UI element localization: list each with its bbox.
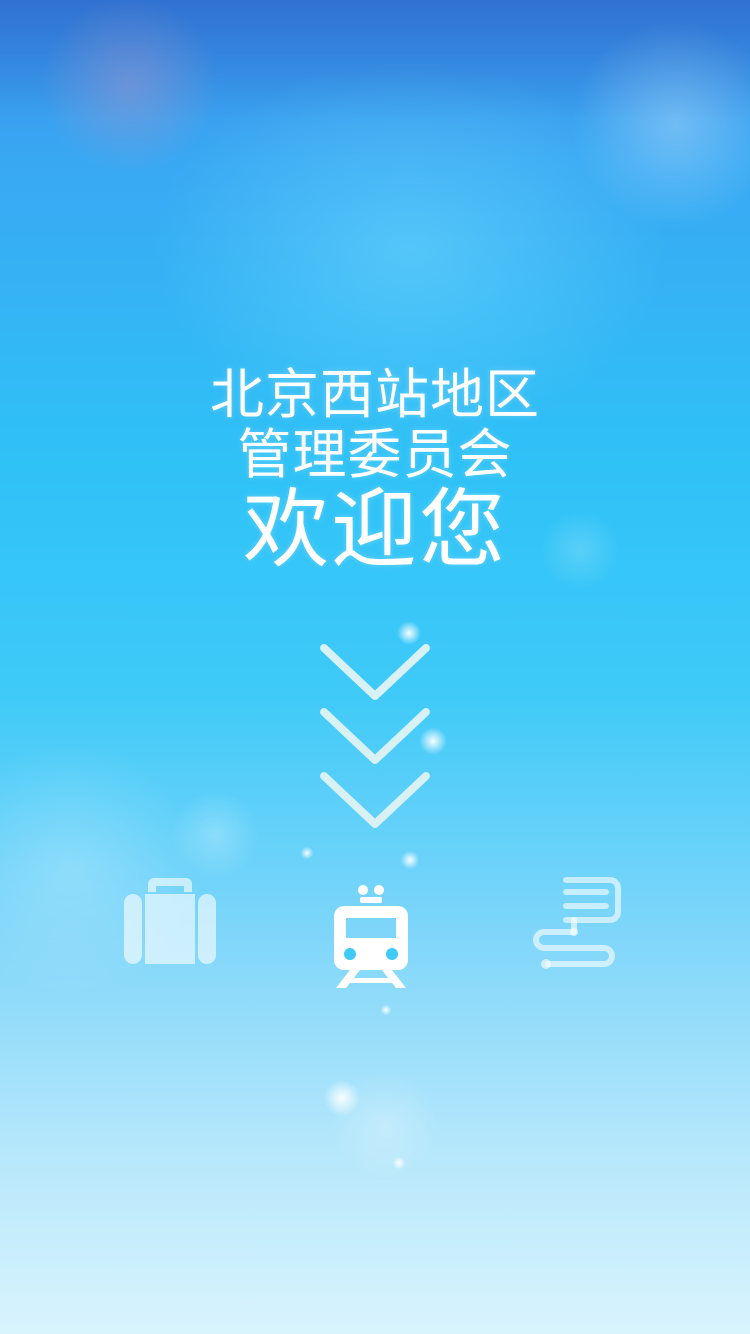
bokeh-light xyxy=(35,0,225,170)
welcome-title-line1: 北京西站地区 xyxy=(210,363,540,426)
bokeh-light xyxy=(170,790,260,880)
welcome-greeting: 欢迎您 xyxy=(243,480,507,580)
chevron-down-icon xyxy=(320,772,430,828)
luggage-icon[interactable] xyxy=(120,874,220,970)
sparkle xyxy=(300,846,314,860)
bokeh-light xyxy=(570,20,750,230)
sparkle xyxy=(392,1156,406,1170)
welcome-screen: 北京西站地区 管理委员会 欢迎您 xyxy=(0,0,750,1334)
route-info-icon[interactable] xyxy=(530,874,622,974)
train-icon[interactable] xyxy=(330,884,412,990)
chevron-down-icon xyxy=(320,708,430,764)
sparkle xyxy=(322,1078,362,1118)
chevron-down-icon xyxy=(320,644,430,700)
bokeh-light xyxy=(330,1070,440,1180)
scroll-down-hint[interactable] xyxy=(318,640,432,832)
sparkle xyxy=(380,1004,392,1016)
welcome-title-line2: 管理委员会 xyxy=(237,423,513,486)
sparkle xyxy=(400,850,420,870)
